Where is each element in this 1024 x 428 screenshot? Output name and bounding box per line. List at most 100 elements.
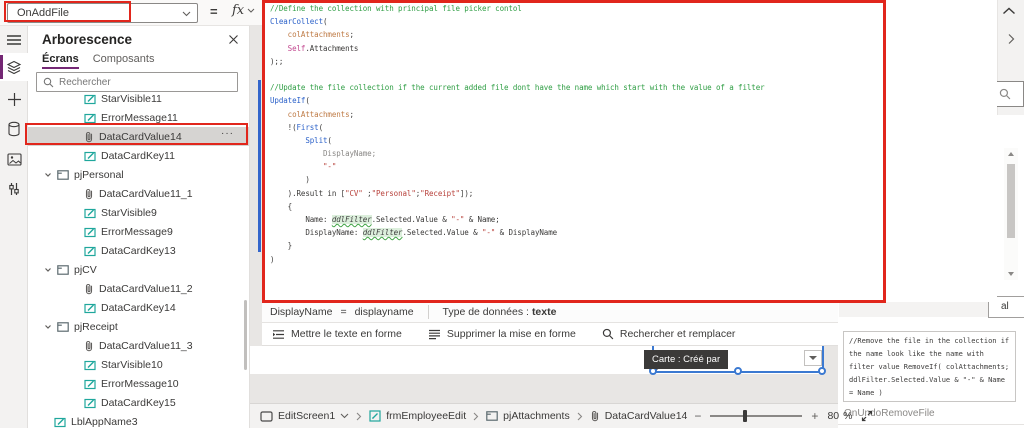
tree-item-label: DataCardKey11 — [101, 150, 175, 162]
form-icon — [369, 410, 381, 422]
zoom-controls: − + 80 % — [694, 409, 873, 423]
tree-item-DataCardKey13[interactable]: DataCardKey13 — [28, 241, 250, 260]
tree-item-ErrorMessage10[interactable]: ErrorMessage10 — [28, 374, 250, 393]
chevron-down-icon — [340, 413, 349, 419]
panel-expand-chevron-right-icon[interactable] — [1007, 33, 1015, 45]
scroll-up-arrow[interactable] — [1008, 152, 1014, 156]
tree-item-LblAppName3[interactable]: LblAppName3 — [28, 412, 250, 428]
tree-item-label: ErrorMessage9 — [101, 226, 173, 238]
dropdown-control[interactable] — [804, 350, 822, 366]
scrollbar-thumb[interactable] — [1007, 164, 1015, 238]
collapse-formula-bar-chevron-up-icon[interactable] — [1002, 7, 1016, 15]
chevron-down-icon — [247, 8, 255, 13]
property-selector-dropdown[interactable]: OnAddFile — [7, 3, 198, 23]
panel-tabs: Écrans Composants — [42, 53, 154, 69]
property-search-box[interactable] — [993, 81, 1024, 107]
tree-item-DataCardValue14[interactable]: DataCardValue14 ··· — [28, 127, 250, 146]
close-icon[interactable] — [228, 34, 239, 45]
fx-label: fx — [232, 3, 244, 18]
breadcrumb-card[interactable]: pjAttachments — [486, 410, 570, 422]
breadcrumb-separator-icon — [577, 412, 583, 421]
tree-view-icon[interactable] — [0, 54, 28, 80]
paperclip-icon — [84, 340, 94, 352]
zoom-in-button[interactable]: + — [811, 409, 818, 423]
property-formula-field[interactable]: //Remove the file in the collection if t… — [843, 331, 1016, 402]
fx-dropdown[interactable]: fx — [232, 3, 255, 18]
zoom-slider-handle[interactable] — [743, 410, 747, 422]
tree-item-label: DataCardValue14 — [99, 131, 182, 143]
zoom-out-button[interactable]: − — [694, 409, 701, 423]
tree-item-pjReceipt[interactable]: pjReceipt — [28, 317, 250, 336]
chevron-down-icon[interactable] — [44, 323, 52, 331]
formula-property-bar: OnAddFile — [0, 0, 262, 26]
formula-editor[interactable]: //Define the collection with principal f… — [262, 0, 997, 302]
edit-control-icon — [54, 416, 66, 428]
breadcrumb-control[interactable]: DataCardValue14 — [590, 410, 688, 422]
tree-item-DataCardKey14[interactable]: DataCardKey14 — [28, 298, 250, 317]
code-line: "-" — [270, 160, 765, 173]
paperclip-icon — [84, 131, 94, 143]
selection-handle[interactable] — [818, 367, 826, 375]
datacard-icon — [57, 265, 69, 275]
code-line — [270, 68, 765, 81]
remove-formatting-button[interactable]: Supprimer la mise en forme — [428, 328, 576, 340]
advanced-tools-icon[interactable] — [0, 176, 28, 202]
data-icon[interactable] — [0, 116, 28, 142]
tree-item-pjPersonal[interactable]: pjPersonal — [28, 165, 250, 184]
formula-code[interactable]: //Define the collection with principal f… — [270, 2, 765, 266]
tree-item-label: StarVisible11 — [101, 93, 162, 105]
datatype-value: texte — [532, 306, 557, 318]
code-line: colAttachments; — [270, 28, 765, 41]
code-line: Self.Attachments — [270, 42, 765, 55]
breadcrumb-separator-icon — [356, 412, 362, 421]
code-line: DisplayName; — [270, 147, 765, 160]
app-canvas: Carte : Créé par — [250, 346, 838, 403]
panel-scrollbar[interactable] — [1004, 148, 1018, 280]
tree-scrollbar[interactable] — [244, 300, 247, 370]
fit-to-window-icon[interactable] — [861, 410, 873, 422]
zoom-percentage: 80 % — [827, 410, 852, 422]
paperclip-icon — [590, 410, 600, 422]
tab-ecrans[interactable]: Écrans — [42, 53, 79, 69]
formula-result-row: DisplayName = displayname Type de donnée… — [262, 302, 838, 323]
find-replace-button[interactable]: Rechercher et remplacer — [602, 328, 736, 340]
tree-item-DataCardKey15[interactable]: DataCardKey15 — [28, 393, 250, 412]
breadcrumb-form[interactable]: frmEmployeeEdit — [369, 410, 466, 422]
tree-item-label: ErrorMessage10 — [101, 378, 179, 390]
tree-item-ErrorMessage11[interactable]: ErrorMessage11 — [28, 108, 250, 127]
datacard-icon — [57, 170, 69, 180]
zoom-slider[interactable] — [710, 415, 802, 417]
insert-icon[interactable] — [0, 86, 28, 112]
code-line: );; — [270, 55, 765, 68]
selection-handle[interactable] — [734, 367, 742, 375]
code-line: DisplayName: ddlFilter.Selected.Value & … — [270, 226, 765, 239]
format-text-button[interactable]: Mettre le texte en forme — [272, 328, 402, 340]
tree-item-DataCardKey11[interactable]: DataCardKey11 — [28, 146, 250, 165]
code-line: ).Result in ["CV" ;"Personal";"Receipt"]… — [270, 187, 765, 200]
breadcrumb-screen[interactable]: EditScreen1 — [260, 410, 349, 422]
tree-item-label: pjPersonal — [74, 169, 124, 181]
tree-item-label: pjCV — [74, 264, 97, 276]
chevron-down-icon[interactable] — [44, 266, 52, 274]
tree-item-menu-button[interactable]: ··· — [221, 128, 234, 139]
tree-item-StarVisible9[interactable]: StarVisible9 — [28, 203, 250, 222]
screen-icon — [260, 411, 273, 422]
scroll-down-arrow[interactable] — [1008, 272, 1014, 276]
tree-item-StarVisible11[interactable]: StarVisible11 — [28, 89, 250, 108]
formula-block-indicator — [258, 80, 261, 252]
menu-icon[interactable] — [0, 27, 28, 53]
tree-item-pjCV[interactable]: pjCV — [28, 260, 250, 279]
datacard-icon — [57, 322, 69, 332]
code-line: } — [270, 239, 765, 252]
result-eq: = — [340, 306, 346, 318]
tree-item-DataCardValue11_3[interactable]: DataCardValue11_3 — [28, 336, 250, 355]
tree-item-StarVisible10[interactable]: StarVisible10 — [28, 355, 250, 374]
search-icon — [43, 77, 54, 88]
media-icon[interactable] — [0, 146, 28, 172]
tree-item-DataCardValue11_1[interactable]: DataCardValue11_1 — [28, 184, 250, 203]
chevron-down-icon[interactable] — [44, 171, 52, 179]
tree-item-DataCardValue11_2[interactable]: DataCardValue11_2 — [28, 279, 250, 298]
tree-item-label: StarVisible9 — [101, 207, 157, 219]
tab-composants[interactable]: Composants — [93, 53, 155, 69]
tree-item-ErrorMessage9[interactable]: ErrorMessage9 — [28, 222, 250, 241]
